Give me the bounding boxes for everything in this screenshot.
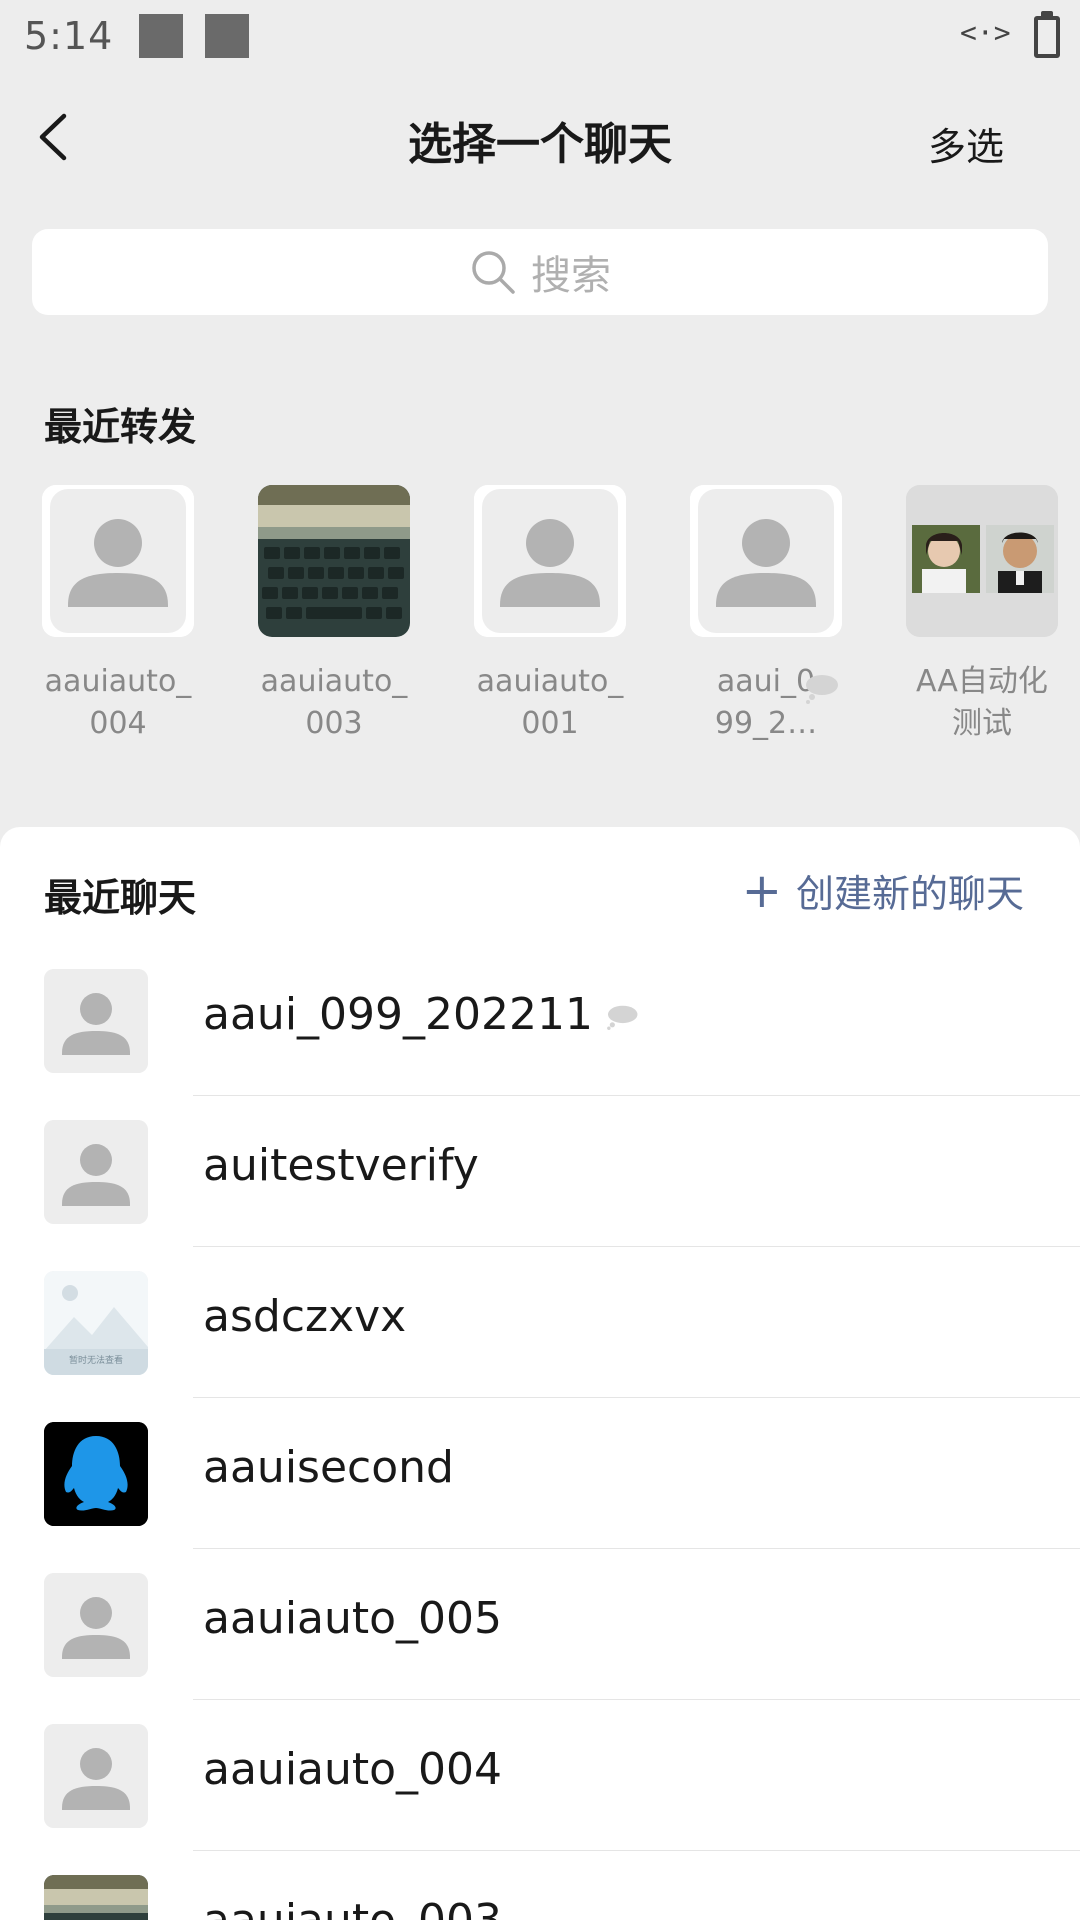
avatar <box>42 485 194 637</box>
search-icon <box>472 251 515 294</box>
status-bar: 5:14 <·> <box>0 0 1080 76</box>
multi-select-button[interactable]: 多选 <box>928 116 1004 171</box>
person-icon <box>474 485 626 637</box>
chat-name: aauiauto_004 <box>203 1744 503 1795</box>
muted-cloud-icon <box>607 1005 638 1030</box>
recent-chats-heading: 最近聊天 <box>44 876 197 920</box>
plus-icon: + <box>741 862 782 919</box>
search-input[interactable]: 搜索 <box>32 229 1048 315</box>
person-icon <box>44 969 148 1073</box>
chat-name: auitestverify <box>203 1140 479 1191</box>
penguin-icon <box>44 1422 148 1526</box>
chat-row[interactable]: 暂时无法查看 asdczxvx <box>0 1247 1080 1398</box>
recent-forward-name: aaui_0 99_2… <box>676 661 856 745</box>
recent-forward-name: aauiauto_ 003 <box>260 664 408 741</box>
person-icon <box>44 1573 148 1677</box>
avatar <box>906 485 1058 637</box>
chat-name: asdczxvx <box>203 1291 407 1342</box>
avatar <box>44 969 148 1073</box>
group-photo-icon <box>906 485 1058 637</box>
avatar <box>44 1120 148 1224</box>
recent-forward-item[interactable]: aauiauto_ 004 <box>28 485 208 745</box>
avatar: 暂时无法查看 <box>44 1271 148 1375</box>
notification-icon <box>139 14 183 58</box>
create-new-chat-label: 创建新的聊天 <box>795 872 1024 916</box>
recent-forward-name: AA自动化 测试 <box>916 664 1048 741</box>
chat-name: aauiauto_005 <box>203 1593 503 1644</box>
search-placeholder: 搜索 <box>531 253 611 299</box>
avatar <box>474 485 626 637</box>
recent-forward-item[interactable]: aaui_0 99_2… <box>676 485 856 745</box>
recent-chats-sheet: 最近聊天 + 创建新的聊天 aaui_099_202211 auitestver… <box>0 827 1080 1920</box>
page-title: 选择一个聊天 <box>408 119 672 170</box>
recent-chat-list: aaui_099_202211 auitestverify 暂时无法查看 asd… <box>0 945 1080 1920</box>
recent-forward-item[interactable]: AA自动化 测试 <box>892 485 1072 745</box>
avatar <box>44 1724 148 1828</box>
avatar <box>258 485 410 637</box>
avatar <box>44 1422 148 1526</box>
chat-row[interactable]: auitestverify <box>0 1096 1080 1247</box>
vpn-icon: <·> <box>960 16 1011 49</box>
muted-cloud-icon <box>806 675 838 704</box>
create-new-chat-button[interactable]: + 创建新的聊天 <box>742 863 1024 918</box>
recent-forward-item[interactable]: aauiauto_ 001 <box>460 485 640 745</box>
chat-row[interactable]: aauiauto_005 <box>0 1549 1080 1700</box>
person-icon <box>42 485 194 637</box>
avatar-caption: 暂时无法查看 <box>69 1354 123 1366</box>
share-chat-picker-screen: 5:14 <·> 选择一个聊天 多选 搜索 最近转发 aauiauto_ 004… <box>0 0 1080 1920</box>
chat-name: aauiauto_003 <box>203 1895 502 1920</box>
chat-row[interactable]: aauisecond <box>0 1398 1080 1549</box>
recent-forward-name: aauiauto_ 001 <box>476 664 624 741</box>
person-icon <box>690 485 842 637</box>
avatar <box>690 485 842 637</box>
recent-forward-heading: 最近转发 <box>44 405 197 449</box>
title-bar: 选择一个聊天 多选 <box>0 76 1080 206</box>
chat-row[interactable]: aauiauto_003 <box>0 1851 1080 1920</box>
notification-icon <box>205 14 249 58</box>
status-time: 5:14 <box>24 14 114 58</box>
chat-name: aaui_099_202211 <box>203 989 641 1040</box>
recent-forward-item[interactable]: aauiauto_ 003 <box>244 485 424 745</box>
person-icon <box>44 1724 148 1828</box>
chat-row[interactable]: aauiauto_004 <box>0 1700 1080 1851</box>
avatar <box>44 1573 148 1677</box>
person-icon <box>44 1120 148 1224</box>
chat-name: aauisecond <box>203 1442 454 1493</box>
keyboard-photo-icon <box>44 1875 148 1920</box>
battery-icon <box>1034 11 1060 58</box>
avatar <box>44 1875 148 1920</box>
recent-forward-name: aauiauto_ 004 <box>44 664 192 741</box>
image-unavailable-icon: 暂时无法查看 <box>44 1271 148 1375</box>
recent-forward-row: aauiauto_ 004 aauiauto_ 003 aauiauto_ 00… <box>0 485 1080 765</box>
chat-row[interactable]: aaui_099_202211 <box>0 945 1080 1096</box>
keyboard-photo-icon <box>258 485 410 637</box>
